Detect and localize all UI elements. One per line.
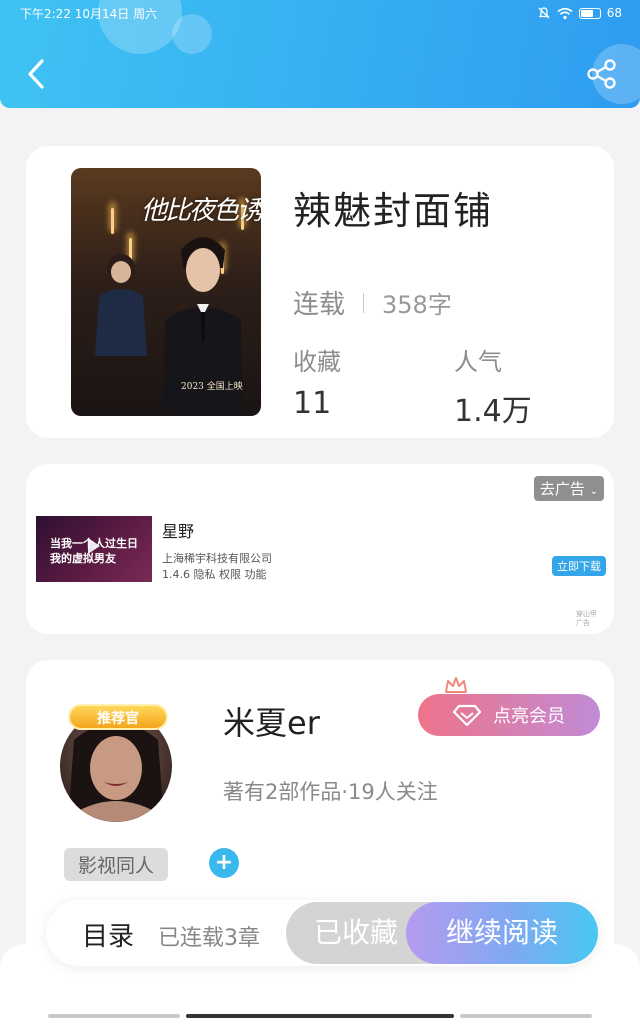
diamond-icon — [453, 704, 481, 726]
cover-figure — [95, 254, 147, 356]
cover-title: 他比夜色诱 — [141, 196, 261, 226]
favorites-value: 11 — [293, 386, 332, 421]
remove-ad-button[interactable]: 去广告 ⌄ — [533, 476, 604, 501]
vip-label: 点亮会员 — [493, 706, 565, 727]
chapter-count[interactable]: 已连载3章 — [158, 920, 260, 952]
cover-date: 2023 全国上映 — [181, 382, 243, 392]
top-header: 下午2:22 10月14日 周六 68 — [0, 0, 640, 108]
add-tag-button[interactable]: + — [209, 848, 239, 878]
ad-company: 上海稀宇科技有限公司 — [162, 552, 272, 565]
chevron-down-icon: ⌄ — [589, 486, 598, 497]
ad-download-button[interactable]: 立即下载 — [552, 556, 606, 576]
continue-reading-button[interactable]: 继续阅读 — [406, 902, 598, 964]
wifi-icon — [557, 7, 573, 19]
share-icon — [587, 59, 616, 89]
author-name: 米夏er — [223, 704, 320, 742]
share-button[interactable] — [586, 58, 618, 90]
mute-bell-icon — [538, 7, 550, 19]
battery-percent: 68 — [606, 6, 622, 20]
word-count: 358字 — [382, 291, 452, 319]
battery-icon — [578, 7, 601, 19]
status-bar: 下午2:22 10月14日 周六 68 — [20, 4, 622, 22]
popularity-label: 人气 — [454, 348, 502, 376]
status-time: 下午2:22 10月14日 周六 — [20, 6, 158, 21]
recommender-badge: 推荐官 — [68, 704, 168, 730]
crown-icon — [445, 677, 467, 693]
ad-source-tag: 穿山甲广告 — [576, 610, 597, 627]
book-title: 辣魅封面铺 — [293, 189, 494, 233]
author-avatar-wrap[interactable]: 推荐官 — [60, 704, 172, 822]
genre-tag[interactable]: 影视同人 — [64, 848, 169, 881]
author-stats: 著有2部作品·19人关注 — [223, 780, 438, 804]
gesture-bar — [460, 1014, 592, 1018]
popularity-value: 1.4万 — [454, 394, 532, 429]
vip-button[interactable]: 点亮会员 — [418, 694, 600, 736]
bottom-action-bar: 目录 已连载3章 已收藏 继续阅读 — [46, 900, 598, 966]
remove-ad-label: 去广告 — [539, 480, 585, 498]
toc-button[interactable]: 目录 — [82, 916, 134, 953]
divider — [363, 292, 365, 313]
serial-row: 连载 358字 — [293, 284, 452, 321]
back-button[interactable] — [22, 56, 50, 92]
cover-candle — [111, 208, 114, 234]
book-info-card: 他比夜色诱 2023 全国上映 辣魅封面铺 连载 358字 收藏 人气 11 1… — [26, 146, 614, 438]
chevron-left-icon — [28, 59, 44, 89]
ad-thumbnail[interactable]: 当我一个人过生日 我的虚拟男友 — [36, 516, 152, 582]
gesture-bar — [48, 1014, 180, 1018]
home-indicator[interactable] — [186, 1014, 454, 1018]
ad-app-name: 星野 — [162, 522, 195, 541]
play-icon — [88, 538, 100, 554]
ad-meta-links[interactable]: 1.4.6 隐私 权限 功能 — [162, 566, 266, 582]
ad-card[interactable]: 去广告 ⌄ 当我一个人过生日 我的虚拟男友 星野 上海稀宇科技有限公司 1.4.… — [26, 464, 614, 634]
serial-status: 连载 — [293, 290, 346, 320]
book-cover[interactable]: 他比夜色诱 2023 全国上映 — [71, 168, 261, 416]
favorites-label: 收藏 — [293, 348, 341, 376]
